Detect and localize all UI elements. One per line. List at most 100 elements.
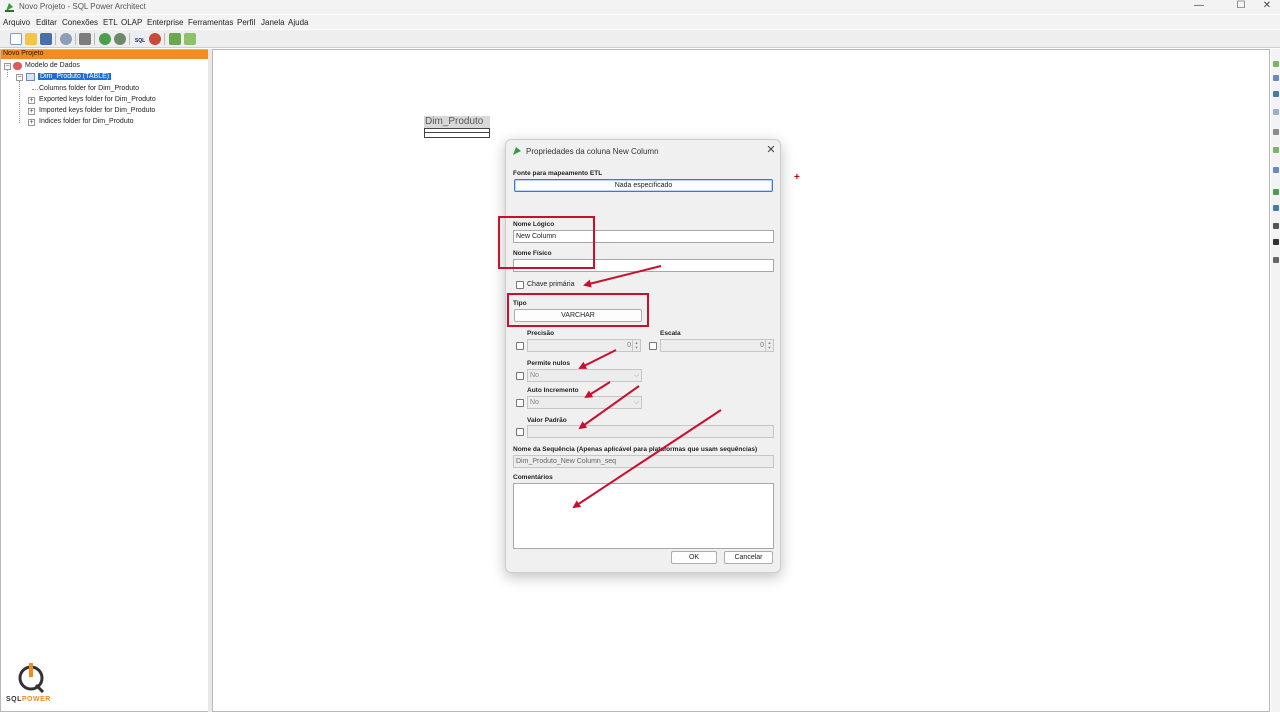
- power-q-icon: [18, 663, 45, 693]
- strip-tool-icon[interactable]: [1273, 167, 1279, 173]
- strip-tool-icon[interactable]: [1273, 223, 1279, 229]
- menu-ferramentas[interactable]: Ferramentas: [188, 18, 233, 27]
- strip-tool-icon[interactable]: [1273, 61, 1279, 67]
- strip-tool-icon[interactable]: [1273, 91, 1279, 97]
- precision-value: 0: [627, 342, 631, 349]
- strip-tool-icon[interactable]: [1273, 75, 1279, 81]
- logo-text: SQLPOWER: [6, 696, 51, 703]
- precision-spinner[interactable]: 0 ▲ ▼: [527, 339, 641, 352]
- strip-tool-icon[interactable]: [1273, 205, 1279, 211]
- collapse-root-toggle[interactable]: −: [4, 63, 11, 70]
- expand-exported-toggle[interactable]: +: [28, 97, 35, 104]
- print-icon[interactable]: [79, 33, 91, 45]
- menu-janela[interactable]: Janela: [261, 18, 285, 27]
- precision-spinner-arrows-icon[interactable]: ▲ ▼: [632, 340, 640, 351]
- auto-increment-checkbox[interactable]: [516, 399, 524, 407]
- menu-arquivo[interactable]: Arquivo: [3, 18, 30, 27]
- new-file-icon[interactable]: [10, 33, 22, 45]
- project-tab[interactable]: Novo Projeto: [1, 50, 208, 59]
- nullable-checkbox[interactable]: [516, 372, 524, 380]
- project-tree-panel: Novo Projeto − Modelo de Dados − Dim_Pro…: [0, 49, 209, 712]
- database-icon: [13, 62, 22, 70]
- comments-textarea[interactable]: [513, 483, 774, 549]
- scale-label: Escala: [660, 330, 681, 337]
- menu-enterprise[interactable]: Enterprise: [147, 18, 183, 27]
- highlight-box-type: [507, 293, 649, 327]
- expand-indices-toggle[interactable]: +: [28, 119, 35, 126]
- strip-tool-icon[interactable]: [1273, 189, 1279, 195]
- right-tool-strip: [1271, 49, 1280, 712]
- scale-spinner-arrows-icon[interactable]: ▲ ▼: [765, 340, 773, 351]
- tree-connector: [19, 81, 20, 123]
- precision-label: Precisão: [527, 330, 555, 337]
- menu-editar[interactable]: Editar: [36, 18, 57, 27]
- strip-tool-icon[interactable]: [1273, 239, 1279, 245]
- dialog-title-bar: Propriedades da coluna New Column ✕: [506, 140, 780, 162]
- cancel-button[interactable]: Cancelar: [724, 551, 773, 564]
- comments-label: Comentários: [513, 474, 553, 481]
- table-icon: [26, 73, 35, 81]
- etl-source-button[interactable]: Nada especificado: [514, 179, 773, 192]
- dialog-title: Propriedades da coluna New Column: [526, 147, 659, 156]
- expand-imported-toggle[interactable]: +: [28, 108, 35, 115]
- nullable-value: No: [530, 372, 539, 379]
- menu-ajuda[interactable]: Ajuda: [288, 18, 308, 27]
- auto-increment-value: No: [530, 399, 539, 406]
- sequence-name-input[interactable]: Dim_Produto_New Column_seq: [513, 455, 774, 468]
- chevron-down-icon: ⌵: [633, 399, 639, 406]
- db-connect-icon[interactable]: [149, 33, 161, 45]
- sql-export-icon[interactable]: [169, 33, 181, 45]
- toolbar-separator: [129, 33, 130, 45]
- auto-increment-select[interactable]: No ⌵: [527, 396, 642, 409]
- tree-table-item[interactable]: Dim_Produto (TABLE): [38, 73, 112, 80]
- tree-columns-folder[interactable]: Columns folder for Dim_Produto: [39, 85, 139, 92]
- menu-olap[interactable]: OLAP: [121, 18, 142, 27]
- sql-icon[interactable]: SQL: [134, 33, 146, 45]
- title-bar: Novo Projeto - SQL Power Architect — ☐ ✕: [0, 0, 1280, 14]
- tree-connector: [32, 89, 38, 90]
- tree-root-label[interactable]: Modelo de Dados: [25, 62, 80, 69]
- nullable-select[interactable]: No ⌵: [527, 369, 642, 382]
- close-window-button[interactable]: ✕: [1252, 0, 1280, 14]
- dialog-close-button[interactable]: ✕: [764, 143, 778, 157]
- tree-connector: [7, 70, 8, 77]
- chevron-down-icon: ⌵: [633, 372, 639, 379]
- strip-tool-icon[interactable]: [1273, 129, 1279, 135]
- app-logo-icon: [5, 3, 14, 12]
- column-properties-dialog: Propriedades da coluna New Column ✕ Font…: [505, 139, 781, 573]
- app-logo-icon: [513, 147, 521, 155]
- strip-tool-icon[interactable]: [1273, 109, 1279, 115]
- etl-source-label: Fonte para mapeamento ETL: [513, 170, 603, 177]
- open-folder-icon[interactable]: [25, 33, 37, 45]
- scale-checkbox[interactable]: [649, 342, 657, 350]
- toolbar-separator: [94, 33, 95, 45]
- tree-indices-folder[interactable]: Indices folder for Dim_Produto: [39, 118, 134, 125]
- ok-button[interactable]: OK: [671, 551, 717, 564]
- tree-exported-keys-folder[interactable]: Exported keys folder for Dim_Produto: [39, 96, 156, 103]
- refresh-icon[interactable]: [60, 33, 72, 45]
- table-entity-dim-produto[interactable]: Dim_Produto: [424, 116, 490, 138]
- collapse-table-toggle[interactable]: −: [16, 74, 23, 81]
- app-window: Novo Projeto - SQL Power Architect — ☐ ✕…: [0, 0, 1280, 720]
- precision-checkbox[interactable]: [516, 342, 524, 350]
- default-value-checkbox[interactable]: [516, 428, 524, 436]
- strip-tool-icon[interactable]: [1273, 257, 1279, 263]
- scale-value: 0: [760, 342, 764, 349]
- minimize-button[interactable]: —: [1184, 0, 1214, 14]
- menu-conexoes[interactable]: Conexões: [62, 18, 98, 27]
- project-tab-label: Novo Projeto: [3, 50, 44, 57]
- menu-etl[interactable]: ETL: [103, 18, 118, 27]
- tree-imported-keys-folder[interactable]: Imported keys folder for Dim_Produto: [39, 107, 155, 114]
- table-entity-title: Dim_Produto: [424, 116, 490, 128]
- undo-icon[interactable]: [99, 33, 111, 45]
- redo-icon[interactable]: [114, 33, 126, 45]
- scale-spinner[interactable]: 0 ▲ ▼: [660, 339, 774, 352]
- primary-key-checkbox[interactable]: [516, 281, 524, 289]
- save-icon[interactable]: [40, 33, 52, 45]
- menu-perfil[interactable]: Perfil: [237, 18, 255, 27]
- default-value-input[interactable]: [527, 425, 774, 438]
- chart-icon[interactable]: [184, 33, 196, 45]
- crosshair-cursor: +: [794, 172, 800, 183]
- toolbar: SQL: [0, 30, 1280, 48]
- strip-tool-icon[interactable]: [1273, 147, 1279, 153]
